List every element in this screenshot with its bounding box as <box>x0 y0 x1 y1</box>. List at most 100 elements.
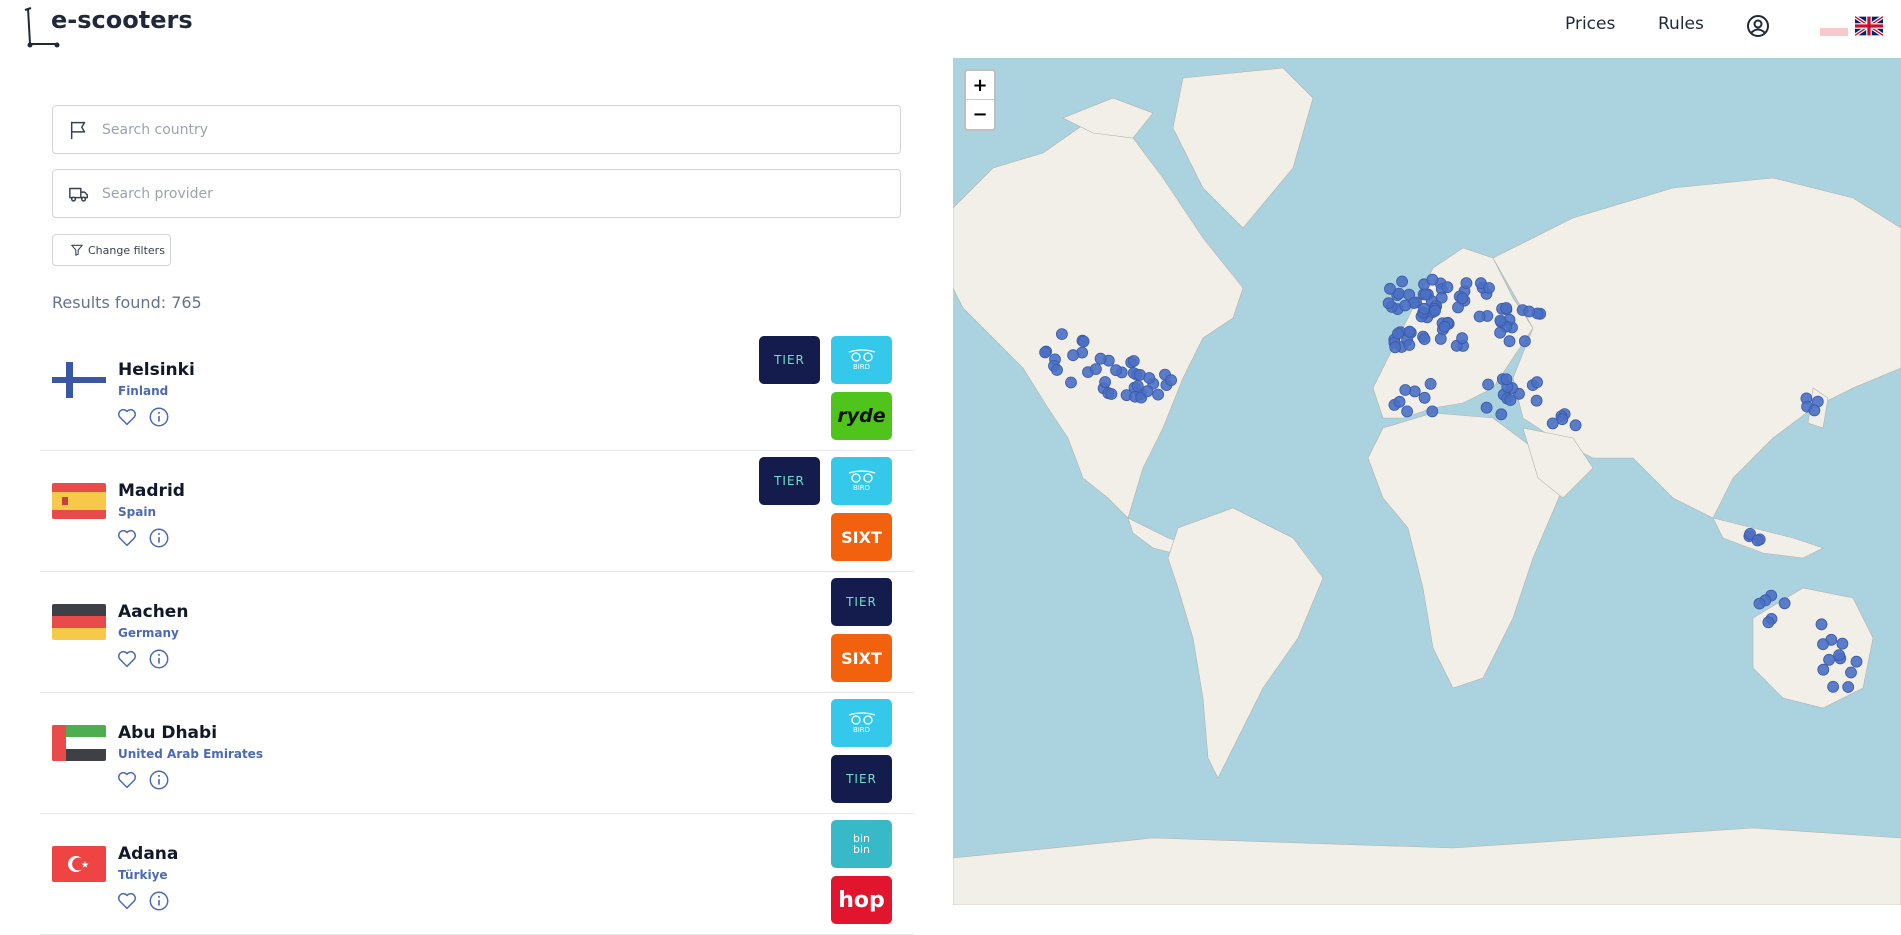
map-marker[interactable] <box>1399 299 1412 312</box>
map-canvas[interactable] <box>953 58 1901 905</box>
map-marker[interactable] <box>1456 292 1469 305</box>
provider-bird-logo[interactable]: BIRD <box>831 457 892 505</box>
map-marker[interactable] <box>1396 275 1409 288</box>
map-marker[interactable] <box>1753 597 1766 610</box>
user-account-icon[interactable] <box>1746 14 1770 38</box>
map-marker[interactable] <box>1099 376 1112 388</box>
map-marker[interactable] <box>1067 349 1079 362</box>
favorite-heart-icon[interactable] <box>116 527 138 549</box>
map-marker[interactable] <box>1429 304 1441 317</box>
map-marker[interactable] <box>1426 273 1439 286</box>
info-icon[interactable] <box>148 769 170 791</box>
map-marker[interactable] <box>1105 388 1118 400</box>
search-country-field[interactable] <box>52 105 901 154</box>
map-marker[interactable] <box>1833 649 1845 662</box>
map-marker[interactable] <box>1836 637 1849 650</box>
map-marker[interactable] <box>1504 394 1517 407</box>
map-marker[interactable] <box>1434 332 1447 345</box>
map-marker[interactable] <box>1127 355 1140 367</box>
map-marker[interactable] <box>1500 302 1513 314</box>
favorite-heart-icon[interactable] <box>116 406 138 428</box>
provider-tier-logo[interactable]: TIER <box>759 336 820 384</box>
map-marker[interactable] <box>1751 534 1764 547</box>
map-marker[interactable] <box>1778 597 1791 610</box>
map-marker[interactable] <box>1403 325 1416 338</box>
map-marker[interactable] <box>1143 372 1156 384</box>
provider-bird-logo[interactable]: BIRD <box>831 336 892 384</box>
provider-tier-logo[interactable]: TIER <box>831 755 892 803</box>
map-marker[interactable] <box>1056 328 1068 341</box>
map-marker[interactable] <box>1384 282 1396 295</box>
list-item[interactable]: Adana Türkiye bin bin hop <box>40 814 914 935</box>
map-marker[interactable] <box>1569 419 1582 432</box>
info-icon[interactable] <box>148 890 170 912</box>
map-marker[interactable] <box>1419 288 1432 301</box>
map-marker[interactable] <box>1382 297 1395 310</box>
map-marker[interactable] <box>1077 335 1090 348</box>
map-marker[interactable] <box>1401 405 1414 418</box>
map-marker[interactable] <box>1762 616 1775 629</box>
favorite-heart-icon[interactable] <box>116 648 138 670</box>
map-marker[interactable] <box>1845 666 1857 679</box>
map-marker[interactable] <box>1441 281 1454 294</box>
map-marker[interactable] <box>1495 408 1508 421</box>
map-marker[interactable] <box>1482 378 1494 391</box>
map-marker[interactable] <box>1850 655 1863 668</box>
favorite-heart-icon[interactable] <box>116 890 138 912</box>
provider-sixt-logo[interactable]: SIXT <box>831 634 892 682</box>
map-marker[interactable] <box>1403 339 1416 351</box>
map-marker[interactable] <box>1051 364 1063 376</box>
logo-text[interactable]: e-scooters <box>51 6 193 34</box>
map-marker[interactable] <box>1817 638 1829 651</box>
map-marker[interactable] <box>1399 384 1412 396</box>
map-marker[interactable] <box>1494 314 1507 327</box>
map-marker[interactable] <box>1473 310 1486 323</box>
map-marker[interactable] <box>1817 663 1830 676</box>
list-item[interactable]: Aachen Germany TIER SIXT <box>40 572 914 693</box>
map-marker[interactable] <box>1815 618 1828 631</box>
provider-bird-logo[interactable]: BIRD <box>831 699 892 747</box>
map-marker[interactable] <box>1494 326 1506 339</box>
zoom-in-button[interactable]: + <box>966 71 994 100</box>
map-marker[interactable] <box>1808 404 1821 417</box>
nav-prices[interactable]: Prices <box>1565 14 1615 34</box>
change-filters-button[interactable]: Change filters <box>52 234 171 266</box>
zoom-out-button[interactable]: − <box>966 100 994 129</box>
provider-hop-logo[interactable]: hop <box>831 876 892 924</box>
map-marker[interactable] <box>1392 327 1404 340</box>
map-marker[interactable] <box>1141 385 1154 398</box>
list-item[interactable]: Helsinki Finland TIER BIRD ryde <box>40 330 914 451</box>
map-marker[interactable] <box>1519 335 1531 348</box>
provider-tier-logo[interactable]: TIER <box>831 578 892 626</box>
list-item[interactable]: Madrid Spain TIER BIRD SIXT <box>40 451 914 572</box>
map-marker[interactable] <box>1823 653 1835 666</box>
map-marker[interactable] <box>1165 374 1178 387</box>
map-marker[interactable] <box>1842 681 1855 693</box>
map-marker[interactable] <box>1500 373 1513 386</box>
map-marker[interactable] <box>1094 352 1107 365</box>
provider-tier-logo[interactable]: TIER <box>759 457 820 505</box>
search-provider-field[interactable] <box>52 169 901 218</box>
map-marker[interactable] <box>1531 376 1543 389</box>
map-marker[interactable] <box>1152 388 1165 401</box>
map-marker[interactable] <box>1418 302 1431 315</box>
map-marker[interactable] <box>1523 305 1536 318</box>
list-item[interactable]: Abu Dhabi United Arab Emirates BIRD TIER <box>40 693 914 814</box>
map-marker[interactable] <box>1039 346 1051 359</box>
map-marker[interactable] <box>1460 277 1473 290</box>
map-marker[interactable] <box>1393 395 1406 408</box>
map-marker[interactable] <box>1530 394 1543 407</box>
map-marker[interactable] <box>1827 680 1839 693</box>
info-icon[interactable] <box>148 406 170 428</box>
map-marker[interactable] <box>1110 364 1122 377</box>
map-marker[interactable] <box>1418 391 1431 404</box>
provider-ryde-logo[interactable]: ryde <box>831 392 892 440</box>
map-marker[interactable] <box>1131 380 1144 393</box>
map-marker[interactable] <box>1483 282 1495 294</box>
world-map[interactable] <box>953 58 1901 905</box>
map-marker[interactable] <box>1424 377 1437 390</box>
search-country-input[interactable] <box>102 121 862 138</box>
map-marker[interactable] <box>1546 417 1559 430</box>
map-marker[interactable] <box>1456 332 1469 345</box>
favorite-heart-icon[interactable] <box>116 769 138 791</box>
